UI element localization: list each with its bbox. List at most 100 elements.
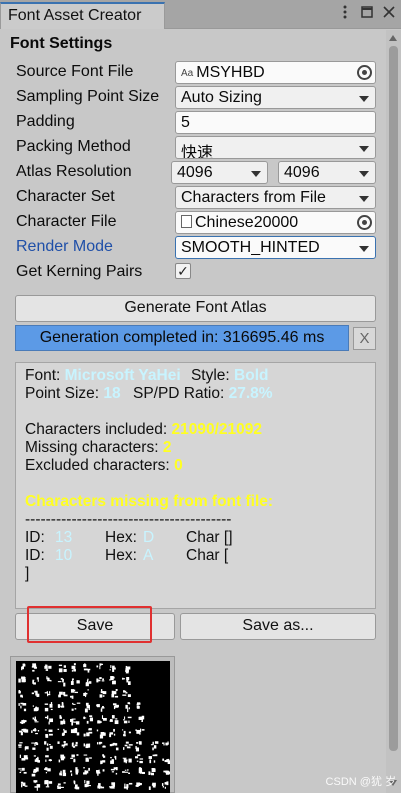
atlas-glyph-speck <box>83 664 87 668</box>
clear-progress-button[interactable]: X <box>353 327 376 350</box>
atlas-glyph-speck <box>140 728 142 733</box>
atlas-glyph-speck <box>86 732 90 737</box>
label-atlas-resolution: Atlas Resolution <box>16 163 132 180</box>
atlas-preview <box>10 656 175 793</box>
atlas-glyph-speck <box>154 741 159 744</box>
atlas-glyph-speck <box>37 760 41 763</box>
scroll-up-icon[interactable] <box>389 35 397 41</box>
font-asset-icon: Aa <box>181 68 194 79</box>
scroll-thumb[interactable] <box>389 46 398 751</box>
atlas-glyph-speck <box>114 720 119 725</box>
atlas-glyph-speck <box>150 772 152 775</box>
included-value: 21090/21092 <box>171 421 262 438</box>
atlas-height-value: 4096 <box>284 164 320 181</box>
atlas-glyph-speck <box>36 693 39 698</box>
atlas-glyph-speck <box>167 758 170 762</box>
atlas-glyph-speck <box>125 741 129 744</box>
watermark: CSDN @犹 岁 <box>325 776 396 788</box>
atlas-glyph-speck <box>83 692 87 697</box>
atlas-glyph-speck <box>109 786 112 788</box>
closing-bracket: ] <box>25 565 30 582</box>
sampling-point-size-dropdown[interactable]: Auto Sizing <box>175 86 376 109</box>
atlas-glyph-speck <box>61 702 64 705</box>
atlas-glyph-speck <box>60 720 64 725</box>
atlas-glyph-speck <box>22 664 26 667</box>
window-tab-bar: Font Asset Creator <box>0 0 401 29</box>
atlas-glyph-speck <box>48 781 53 784</box>
atlas-glyph-speck <box>44 707 49 712</box>
atlas-glyph-speck <box>152 784 156 788</box>
id-label: ID: <box>25 547 45 564</box>
atlas-glyph-speck <box>63 691 66 696</box>
atlas-glyph-speck <box>84 663 86 665</box>
atlas-glyph-speck <box>123 734 126 737</box>
atlas-glyph-speck <box>100 786 105 789</box>
atlas-glyph-speck <box>21 767 25 771</box>
id-value: 10 <box>55 547 73 564</box>
chevron-down-icon <box>359 196 369 202</box>
maximize-icon[interactable] <box>361 4 373 20</box>
save-as-button[interactable]: Save as... <box>180 613 376 640</box>
atlas-glyph-speck <box>63 719 65 723</box>
atlas-glyph-speck <box>48 729 53 732</box>
sampling-point-size-value: Auto Sizing <box>181 89 262 106</box>
character-file-field[interactable]: Chinese20000 <box>175 211 376 234</box>
atlas-glyph-speck <box>110 676 114 681</box>
atlas-glyph-speck <box>112 665 115 670</box>
info-missing-line: Missing characters: 2 <box>25 439 366 457</box>
more-vertical-icon[interactable] <box>339 4 351 20</box>
generate-font-atlas-button[interactable]: Generate Font Atlas <box>15 295 376 322</box>
atlas-glyph-speck <box>110 760 114 764</box>
atlas-glyph-speck <box>33 682 36 685</box>
atlas-glyph-speck <box>138 767 142 770</box>
atlas-glyph-speck <box>75 721 80 725</box>
hex-value: D <box>143 529 155 546</box>
atlas-glyph-speck <box>84 780 86 784</box>
atlas-glyph-speck <box>124 744 128 747</box>
label-render-mode: Render Mode <box>16 238 113 255</box>
atlas-glyph-speck <box>113 728 115 732</box>
packing-method-dropdown[interactable]: 快速 <box>175 136 376 159</box>
atlas-glyph-speck <box>100 689 103 692</box>
source-font-file-value: MSYHBD <box>196 64 265 81</box>
atlas-glyph-speck <box>32 679 35 681</box>
char-label: Char [] <box>186 529 233 546</box>
atlas-glyph-speck <box>114 755 116 759</box>
missing-label: Missing characters: <box>25 439 159 456</box>
label-sampling-point-size: Sampling Point Size <box>16 88 160 105</box>
atlas-glyph-speck <box>102 678 104 681</box>
source-font-file-field[interactable]: Aa MSYHBD <box>175 61 376 84</box>
padding-input[interactable]: 5 <box>175 111 376 134</box>
tab-font-asset-creator[interactable]: Font Asset Creator <box>0 2 165 29</box>
character-set-dropdown[interactable]: Characters from File <box>175 186 376 209</box>
atlas-glyph-speck <box>96 704 100 708</box>
atlas-glyph-speck <box>48 733 53 736</box>
object-picker-icon[interactable] <box>357 65 372 80</box>
atlas-glyph-speck <box>114 695 119 698</box>
atlas-glyph-speck <box>111 693 115 698</box>
atlas-width-dropdown[interactable]: 4096 <box>171 161 268 184</box>
atlas-glyph-speck <box>31 692 35 695</box>
atlas-glyph-speck <box>162 742 165 744</box>
atlas-glyph-speck <box>72 703 76 705</box>
render-mode-dropdown[interactable]: SMOOTH_HINTED <box>175 236 376 259</box>
label-source-font-file: Source Font File <box>16 63 134 80</box>
atlas-glyph-speck <box>112 680 116 685</box>
vertical-scrollbar[interactable] <box>386 30 401 793</box>
atlas-height-dropdown[interactable]: 4096 <box>278 161 376 184</box>
object-picker-icon[interactable] <box>357 215 372 230</box>
atlas-glyph-speck <box>87 689 89 691</box>
kerning-pairs-checkbox[interactable]: ✓ <box>175 263 191 279</box>
close-icon[interactable] <box>383 4 395 20</box>
row-render-mode: Render Mode SMOOTH_HINTED <box>16 236 376 260</box>
ratio-label: SP/PD Ratio: <box>132 385 225 402</box>
atlas-glyph-speck <box>86 679 89 683</box>
atlas-glyph-speck <box>71 754 75 758</box>
inspector-content: Font Settings Source Font File Aa MSYHBD … <box>0 30 386 793</box>
atlas-glyph-speck <box>60 705 65 708</box>
atlas-glyph-speck <box>75 772 79 775</box>
style-value: Bold <box>234 367 269 384</box>
atlas-glyph-speck <box>136 703 139 706</box>
atlas-glyph-speck <box>123 720 128 724</box>
atlas-glyph-speck <box>127 681 131 685</box>
